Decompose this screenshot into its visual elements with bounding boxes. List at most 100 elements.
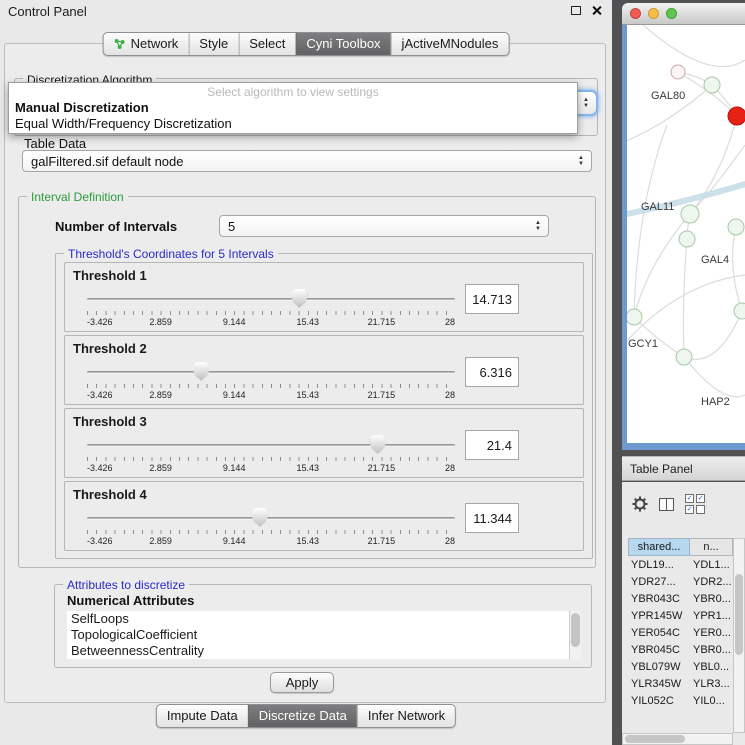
table-row[interactable]: YIL052C YIL0...: [628, 692, 733, 709]
tab-select[interactable]: Select: [238, 33, 295, 55]
column-header-name[interactable]: n...: [690, 538, 733, 556]
cell-name[interactable]: YER0...: [690, 627, 733, 639]
slider-track[interactable]: [87, 371, 455, 374]
slider-track[interactable]: [87, 444, 455, 447]
tick-label: 15.43: [297, 317, 320, 327]
cell-shared-name[interactable]: YBR043C: [628, 593, 690, 605]
minimize-window-icon[interactable]: [648, 8, 659, 19]
cell-name[interactable]: YDR2...: [690, 576, 733, 588]
cell-name[interactable]: YIL0...: [690, 695, 733, 707]
scrollbar-thumb[interactable]: [625, 735, 685, 743]
tab-discretize-data[interactable]: Discretize Data: [248, 705, 357, 727]
column-header-shared-name[interactable]: shared...: [628, 538, 690, 556]
dropdown-option-equal-width[interactable]: Equal Width/Frequency Discretization: [9, 115, 577, 131]
tab-infer-network[interactable]: Infer Network: [357, 705, 455, 727]
list-item[interactable]: SelfLoops: [67, 611, 581, 627]
table-vertical-scrollbar[interactable]: [733, 538, 745, 733]
checkbox-icon: ✓: [685, 505, 694, 514]
slider-track[interactable]: [87, 298, 455, 301]
list-item[interactable]: TopologicalCoefficient: [67, 627, 581, 643]
tick-label: 9.144: [223, 317, 246, 327]
slider-thumb[interactable]: [252, 508, 268, 527]
float-panel-icon[interactable]: [571, 6, 581, 15]
cell-name[interactable]: YBL0...: [690, 661, 733, 673]
tab-jactivemnodules[interactable]: jActiveMNodules: [391, 33, 509, 55]
threshold-4-slider[interactable]: -3.426 2.859 9.144 15.43 21.715 28: [87, 508, 455, 548]
threshold-2-box: Threshold 2 -3.426 2.859 9.144 15.43 21.…: [64, 335, 584, 405]
threshold-1-value-field[interactable]: 14.713: [465, 284, 519, 314]
tick-label: -3.426: [87, 390, 113, 400]
network-node-selected[interactable]: [728, 107, 745, 125]
cell-name[interactable]: YBR0...: [690, 593, 733, 605]
threshold-3-slider[interactable]: -3.426 2.859 9.144 15.43 21.715 28: [87, 435, 455, 475]
tab-network-label: Network: [131, 36, 179, 51]
network-node[interactable]: [627, 309, 642, 325]
cell-shared-name[interactable]: YIL052C: [628, 695, 690, 707]
network-canvas[interactable]: GAL80 GAL11 GAL4 GCY1 HAP2: [627, 25, 745, 443]
cell-shared-name[interactable]: YLR345W: [628, 678, 690, 690]
network-node[interactable]: [679, 231, 695, 247]
table-row[interactable]: YBR045C YBR0...: [628, 641, 733, 658]
tab-impute-data[interactable]: Impute Data: [157, 705, 248, 727]
cell-shared-name[interactable]: YBL079W: [628, 661, 690, 673]
slider-thumb[interactable]: [291, 289, 307, 308]
columns-icon[interactable]: [659, 498, 674, 511]
cell-name[interactable]: YDL1...: [690, 559, 733, 571]
slider-track[interactable]: [87, 517, 455, 520]
slider-thumb[interactable]: [370, 435, 386, 454]
cell-shared-name[interactable]: YBR045C: [628, 644, 690, 656]
close-window-icon[interactable]: [630, 8, 641, 19]
table-horizontal-scrollbar[interactable]: [622, 733, 733, 745]
table-row[interactable]: YBR043C YBR0...: [628, 590, 733, 607]
tick-label: 15.43: [297, 463, 320, 473]
cell-name[interactable]: YPR1...: [690, 610, 733, 622]
network-node[interactable]: [681, 205, 699, 223]
network-window-titlebar[interactable]: [622, 3, 745, 25]
list-item[interactable]: BetweennessCentrality: [67, 643, 581, 659]
table-data-combobox[interactable]: galFiltered.sif default node ▲▼: [22, 150, 592, 172]
combo-stepper-icon: ▲▼: [535, 220, 541, 232]
table-panel-header[interactable]: Table Panel: [622, 456, 745, 481]
close-panel-icon[interactable]: [591, 5, 602, 16]
number-of-intervals-combobox[interactable]: 5 ▲▼: [219, 215, 549, 237]
tick-label: 28: [445, 463, 455, 473]
tick-label: -3.426: [87, 536, 113, 546]
cell-name[interactable]: YBR0...: [690, 644, 733, 656]
table-row[interactable]: YER054C YER0...: [628, 624, 733, 641]
table-row[interactable]: YDL19... YDL1...: [628, 556, 733, 573]
scrollbar-thumb[interactable]: [571, 613, 580, 647]
cell-shared-name[interactable]: YDR27...: [628, 576, 690, 588]
network-node[interactable]: [704, 77, 720, 93]
network-node[interactable]: [671, 65, 685, 79]
network-node[interactable]: [676, 349, 692, 365]
list-scrollbar[interactable]: [569, 611, 581, 659]
cell-shared-name[interactable]: YPR145W: [628, 610, 690, 622]
threshold-1-slider[interactable]: -3.426 2.859 9.144 15.43 21.715 28: [87, 289, 455, 329]
table-toolbar: ✓ ✓ ✓: [632, 494, 705, 514]
threshold-2-slider[interactable]: -3.426 2.859 9.144 15.43 21.715 28: [87, 362, 455, 402]
tab-network[interactable]: Network: [104, 33, 189, 55]
scrollbar-thumb[interactable]: [735, 574, 743, 655]
dropdown-option-manual[interactable]: Manual Discretization: [9, 99, 577, 115]
apply-button[interactable]: Apply: [270, 672, 334, 693]
network-node[interactable]: [728, 219, 744, 235]
cell-shared-name[interactable]: YER054C: [628, 627, 690, 639]
threshold-4-value-field[interactable]: 11.344: [465, 503, 519, 533]
numerical-attributes-list[interactable]: SelfLoops TopologicalCoefficient Between…: [67, 611, 581, 659]
cell-name[interactable]: YLR3...: [690, 678, 733, 690]
zoom-window-icon[interactable]: [666, 8, 677, 19]
tab-style[interactable]: Style: [188, 33, 238, 55]
table-row[interactable]: YLR345W YLR3...: [628, 675, 733, 692]
threshold-2-value-field[interactable]: 6.316: [465, 357, 519, 387]
network-window: GAL80 GAL11 GAL4 GCY1 HAP2: [622, 3, 745, 450]
slider-thumb[interactable]: [193, 362, 209, 381]
threshold-3-value-field[interactable]: 21.4: [465, 430, 519, 460]
table-row[interactable]: YDR27... YDR2...: [628, 573, 733, 590]
tab-cyni-toolbox[interactable]: Cyni Toolbox: [295, 33, 390, 55]
table-row[interactable]: YBL079W YBL0...: [628, 658, 733, 675]
cell-shared-name[interactable]: YDL19...: [628, 559, 690, 571]
select-columns-icon[interactable]: ✓ ✓ ✓: [685, 494, 705, 514]
gear-icon[interactable]: [632, 496, 648, 512]
network-node[interactable]: [734, 303, 745, 319]
table-row[interactable]: YPR145W YPR1...: [628, 607, 733, 624]
